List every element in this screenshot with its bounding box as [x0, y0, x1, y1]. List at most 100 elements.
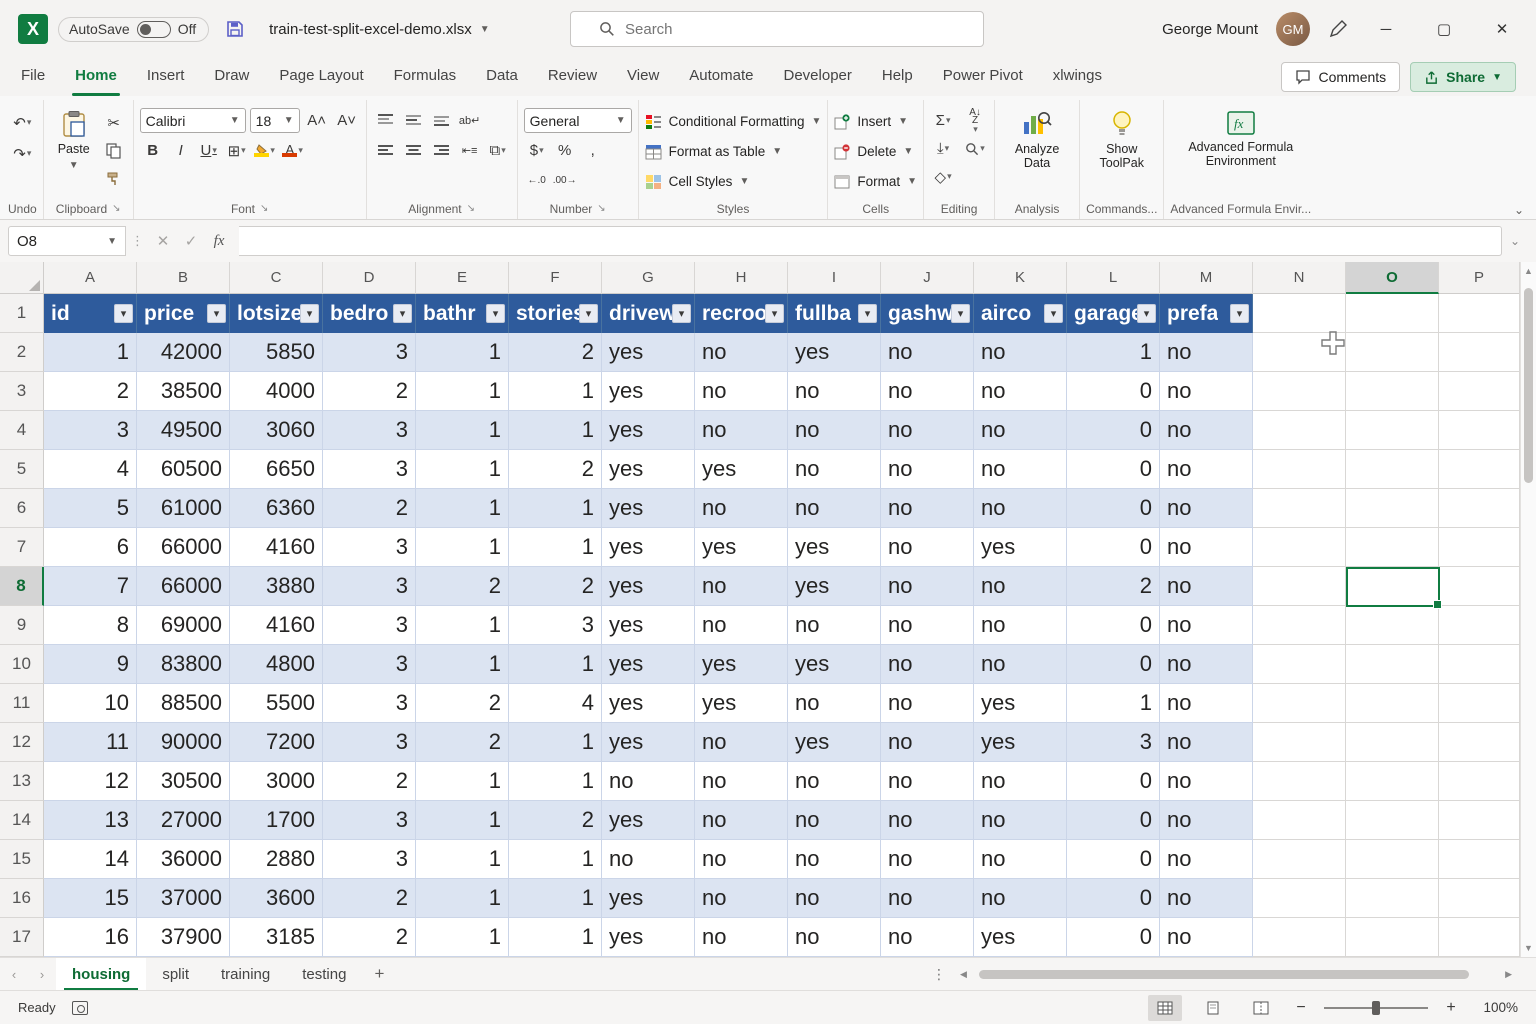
cell-D16[interactable]: 2: [323, 879, 416, 918]
cell-N2[interactable]: [1253, 333, 1346, 372]
cell-M5[interactable]: no: [1160, 450, 1253, 489]
cell-M17[interactable]: no: [1160, 918, 1253, 957]
italic-button[interactable]: I: [168, 138, 194, 163]
ribbon-tab-xlwings[interactable]: xlwings: [1038, 58, 1117, 96]
cell-B3[interactable]: 38500: [137, 372, 230, 411]
confirm-entry-icon[interactable]: ✓: [177, 232, 205, 250]
paste-button[interactable]: Paste ▼: [50, 104, 98, 174]
column-header-M[interactable]: M: [1160, 262, 1253, 294]
ribbon-tab-formulas[interactable]: Formulas: [379, 58, 472, 96]
cell-P15[interactable]: [1439, 840, 1520, 879]
cell-C6[interactable]: 6360: [230, 489, 323, 528]
cell-I6[interactable]: no: [788, 489, 881, 528]
row-header-14[interactable]: 14: [0, 801, 44, 840]
align-middle-icon[interactable]: [401, 108, 427, 133]
align-bottom-icon[interactable]: [429, 108, 455, 133]
cell-B16[interactable]: 37000: [137, 879, 230, 918]
cell-L6[interactable]: 0: [1067, 489, 1160, 528]
zoom-level[interactable]: 100%: [1474, 1000, 1518, 1015]
cell-N7[interactable]: [1253, 528, 1346, 567]
cell-L16[interactable]: 0: [1067, 879, 1160, 918]
cell-E5[interactable]: 1: [416, 450, 509, 489]
close-button[interactable]: ✕: [1482, 11, 1522, 47]
wrap-text-button[interactable]: ab↵: [457, 108, 483, 133]
cell-O7[interactable]: [1346, 528, 1439, 567]
cell-F2[interactable]: 2: [509, 333, 602, 372]
format-painter-button[interactable]: [101, 166, 127, 191]
comma-style-button[interactable]: ,: [580, 138, 606, 163]
column-header-G[interactable]: G: [602, 262, 695, 294]
cell-N4[interactable]: [1253, 411, 1346, 450]
cell-B10[interactable]: 83800: [137, 645, 230, 684]
ribbon-tab-automate[interactable]: Automate: [674, 58, 768, 96]
sheet-tab-training[interactable]: training: [205, 958, 286, 991]
cell-D5[interactable]: 3: [323, 450, 416, 489]
ribbon-tab-home[interactable]: Home: [60, 58, 132, 96]
conditional-formatting-button[interactable]: Conditional Formatting▼: [645, 108, 822, 135]
ribbon-tab-draw[interactable]: Draw: [199, 58, 264, 96]
cell-I10[interactable]: yes: [788, 645, 881, 684]
cell-K12[interactable]: yes: [974, 723, 1067, 762]
cell-G2[interactable]: yes: [602, 333, 695, 372]
cell-P16[interactable]: [1439, 879, 1520, 918]
bold-button[interactable]: B: [140, 138, 166, 163]
accounting-format-button[interactable]: $▾: [524, 138, 550, 163]
cell-D9[interactable]: 3: [323, 606, 416, 645]
column-header-I[interactable]: I: [788, 262, 881, 294]
cell-D11[interactable]: 3: [323, 684, 416, 723]
row-header-7[interactable]: 7: [0, 528, 44, 567]
cell-G16[interactable]: yes: [602, 879, 695, 918]
cell-I7[interactable]: yes: [788, 528, 881, 567]
number-dialog-launcher-icon[interactable]: ↘: [597, 203, 605, 214]
insert-cells-button[interactable]: Insert▼: [834, 108, 917, 135]
cell-K15[interactable]: no: [974, 840, 1067, 879]
cell-B11[interactable]: 88500: [137, 684, 230, 723]
cell-D10[interactable]: 3: [323, 645, 416, 684]
cell-H13[interactable]: no: [695, 762, 788, 801]
copy-button[interactable]: [101, 138, 127, 163]
format-cells-button[interactable]: Format▼: [834, 168, 917, 195]
cell-N12[interactable]: [1253, 723, 1346, 762]
cell-F11[interactable]: 4: [509, 684, 602, 723]
cell-K8[interactable]: no: [974, 567, 1067, 606]
cell-H14[interactable]: no: [695, 801, 788, 840]
cell-L5[interactable]: 0: [1067, 450, 1160, 489]
cell-B7[interactable]: 66000: [137, 528, 230, 567]
cell-I2[interactable]: yes: [788, 333, 881, 372]
sheet-tab-testing[interactable]: testing: [286, 958, 362, 991]
underline-button[interactable]: U▾: [196, 138, 222, 163]
cell-styles-button[interactable]: Cell Styles▼: [645, 168, 822, 195]
sheet-nav-left-icon[interactable]: ‹: [0, 967, 28, 982]
cell-A16[interactable]: 15: [44, 879, 137, 918]
number-format-combo[interactable]: General▼: [524, 108, 632, 133]
cell-A11[interactable]: 10: [44, 684, 137, 723]
ribbon-tab-insert[interactable]: Insert: [132, 58, 200, 96]
cell-I4[interactable]: no: [788, 411, 881, 450]
cell-H6[interactable]: no: [695, 489, 788, 528]
fill-color-button[interactable]: ▾: [252, 138, 278, 163]
cell-O14[interactable]: [1346, 801, 1439, 840]
cell-M16[interactable]: no: [1160, 879, 1253, 918]
increase-decimal-button[interactable]: ←.0: [524, 168, 550, 193]
column-header-A[interactable]: A: [44, 262, 137, 294]
comments-button[interactable]: Comments: [1281, 62, 1400, 92]
cell-P4[interactable]: [1439, 411, 1520, 450]
filter-button-lotsize[interactable]: ▾: [300, 304, 319, 323]
cell-J8[interactable]: no: [881, 567, 974, 606]
cell-C9[interactable]: 4160: [230, 606, 323, 645]
cell-A3[interactable]: 2: [44, 372, 137, 411]
page-break-view-button[interactable]: [1244, 995, 1278, 1021]
cell-L8[interactable]: 2: [1067, 567, 1160, 606]
cell-M12[interactable]: no: [1160, 723, 1253, 762]
cell-M11[interactable]: no: [1160, 684, 1253, 723]
row-header-5[interactable]: 5: [0, 450, 44, 489]
cell-N8[interactable]: [1253, 567, 1346, 606]
cell-A6[interactable]: 5: [44, 489, 137, 528]
cell-A12[interactable]: 11: [44, 723, 137, 762]
row-header-6[interactable]: 6: [0, 489, 44, 528]
cell-L2[interactable]: 1: [1067, 333, 1160, 372]
cell-B9[interactable]: 69000: [137, 606, 230, 645]
alignment-dialog-launcher-icon[interactable]: ↘: [467, 203, 475, 214]
table-header-gashw[interactable]: gashw▾: [881, 294, 974, 333]
cell-P13[interactable]: [1439, 762, 1520, 801]
